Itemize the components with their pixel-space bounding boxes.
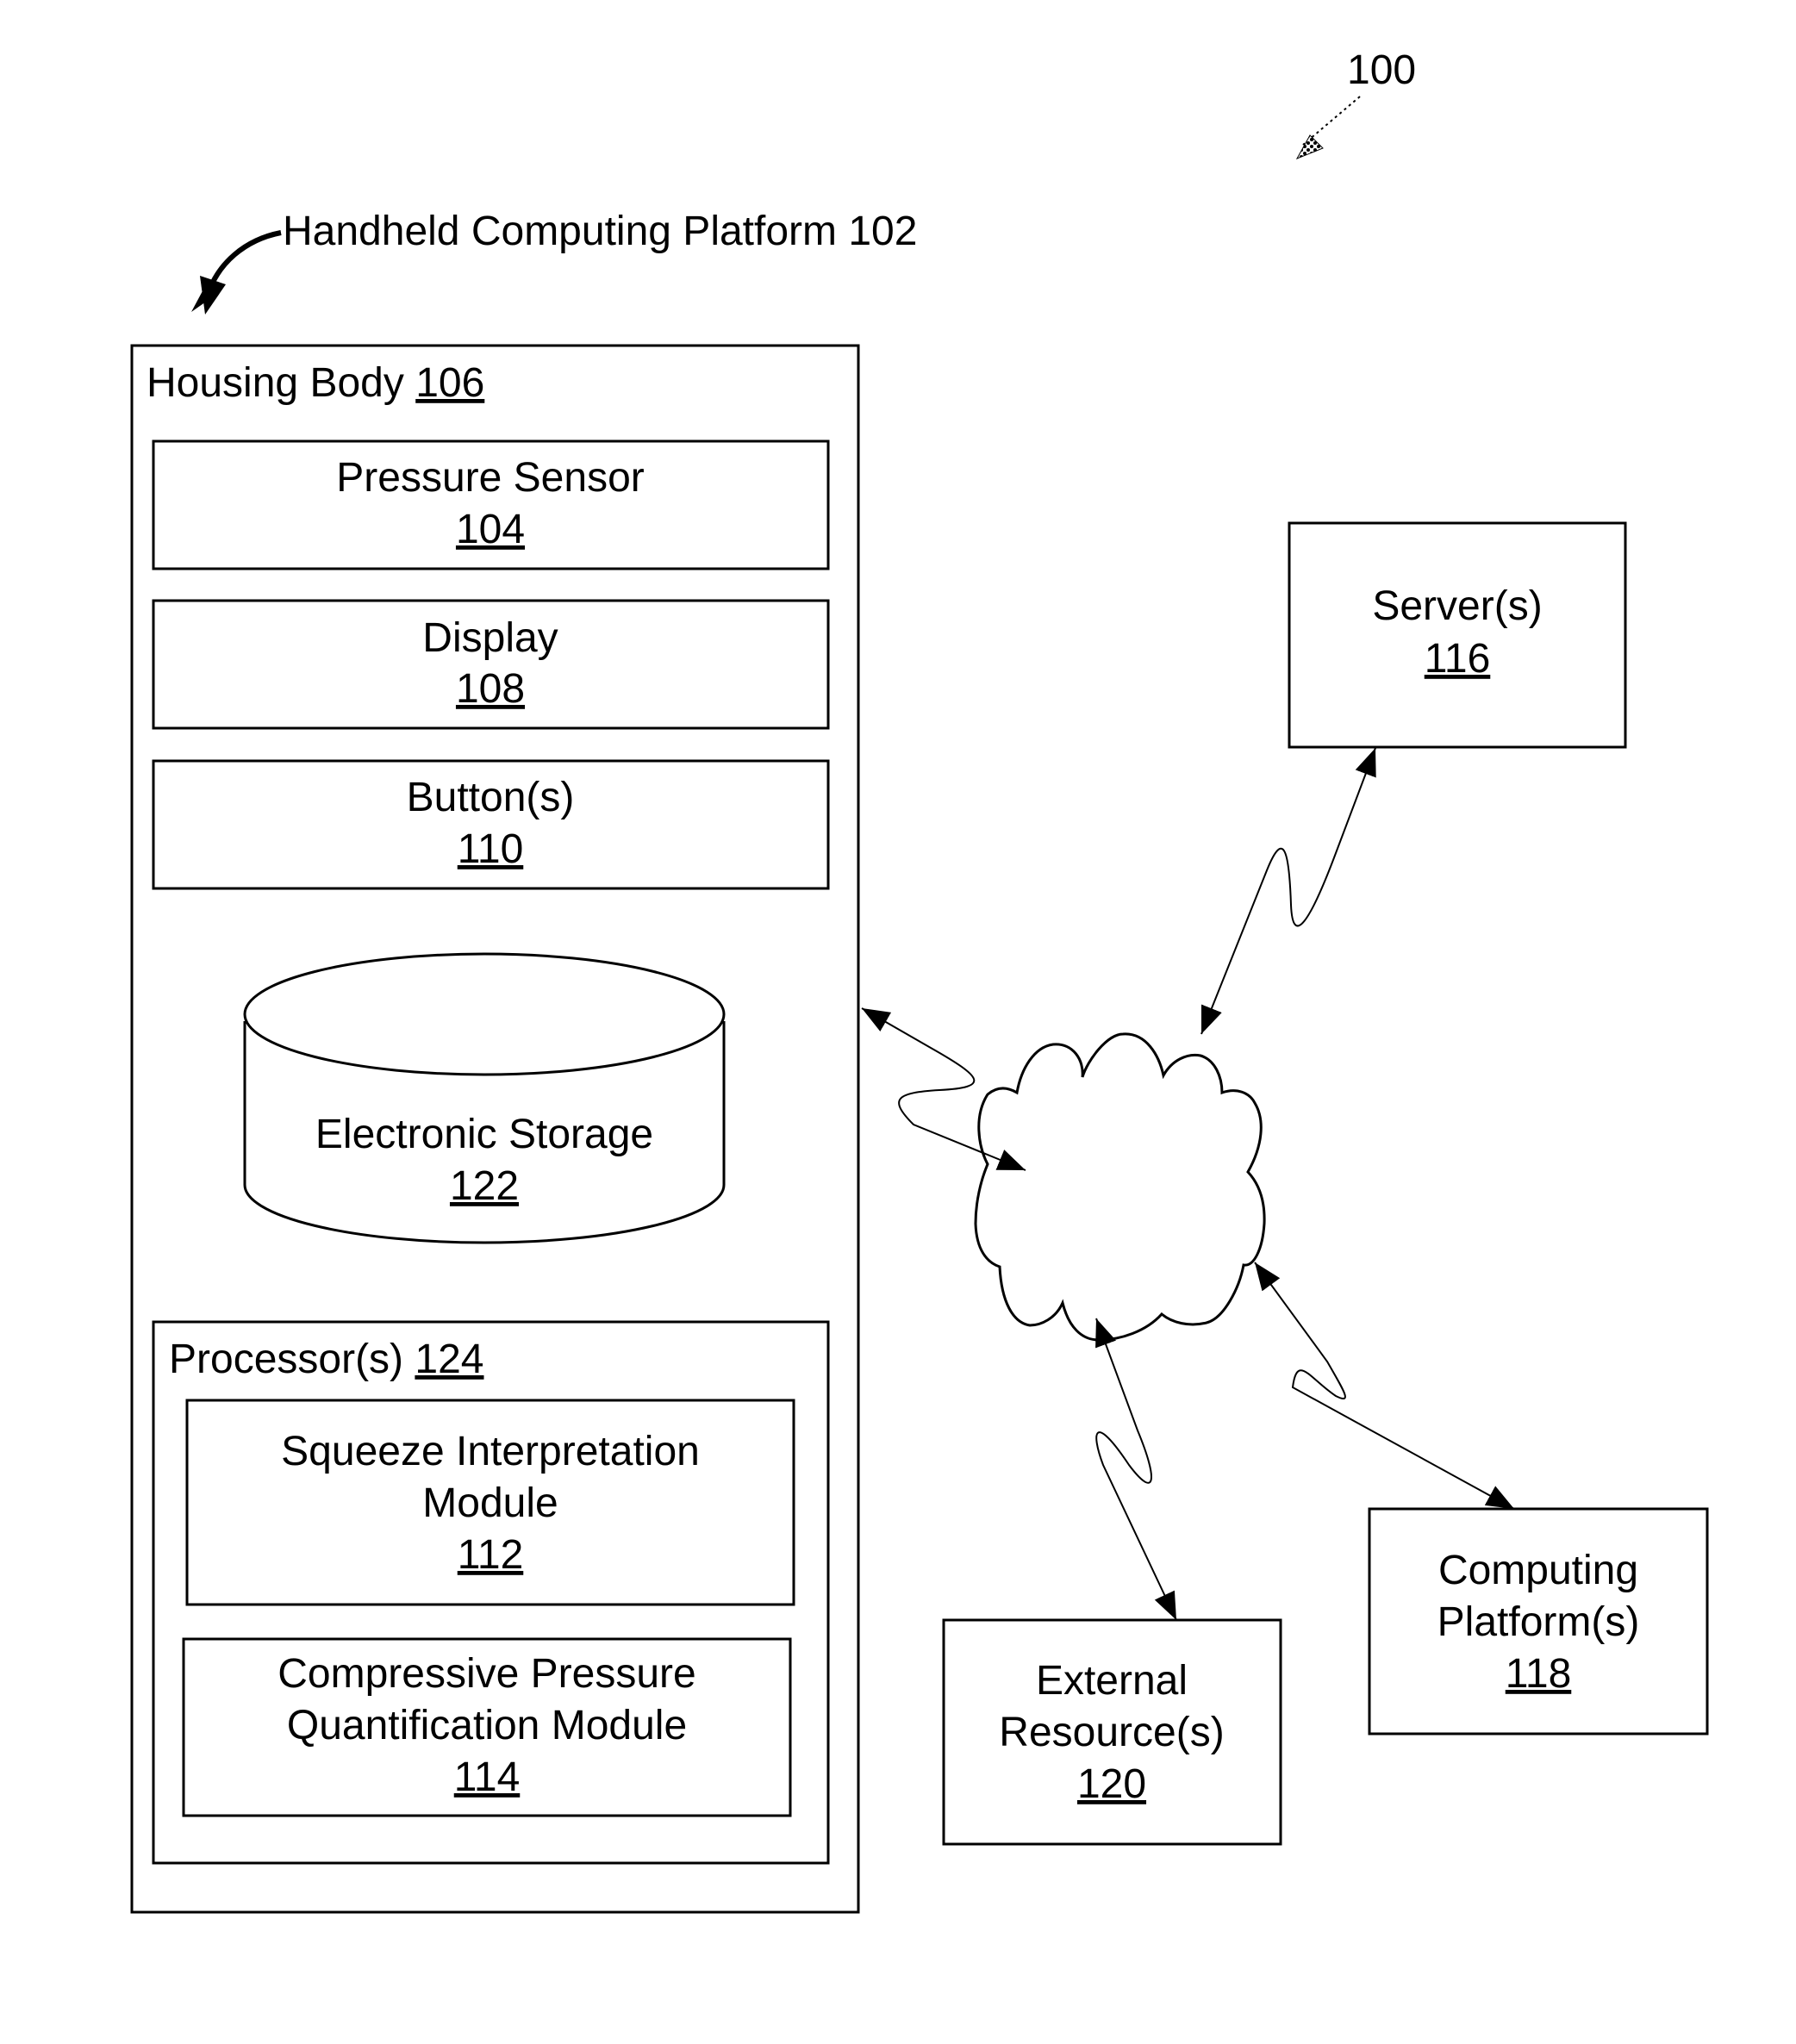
figure-reference: 100 — [1295, 47, 1416, 159]
pressure-sensor-box[interactable]: Pressure Sensor 104 — [152, 439, 830, 570]
storage-label: Electronic Storage — [315, 1112, 653, 1157]
processor-ref: 124 — [415, 1337, 483, 1382]
compressive-module-box[interactable]: Compressive Pressure Quantification Modu… — [182, 1637, 792, 1817]
display-ref: 108 — [456, 666, 525, 712]
platform-label: Handheld Computing Platform 102 — [283, 209, 917, 254]
cloud-icon — [974, 1032, 1266, 1342]
servers-label: Server(s) — [1372, 583, 1542, 629]
pressure-sensor-ref: 104 — [456, 507, 525, 552]
external-resources-line-1: External — [1036, 1658, 1188, 1704]
computing-platforms-line-1: Computing — [1438, 1548, 1638, 1593]
external-resources-line-2: Resource(s) — [999, 1710, 1224, 1755]
compressive-module-ref: 114 — [454, 1754, 521, 1800]
servers-box[interactable]: Server(s) 116 — [1288, 521, 1627, 749]
compressive-module-line-1: Compressive Pressure — [278, 1651, 695, 1697]
servers-ref: 116 — [1425, 636, 1491, 682]
computing-platforms-ref: 118 — [1506, 1651, 1572, 1697]
computing-platforms-network-link — [1254, 1262, 1515, 1510]
housing-ref: 106 — [415, 360, 484, 406]
platform-callout: Handheld Computing Platform 102 — [191, 209, 917, 315]
storage-ref: 122 — [450, 1163, 519, 1209]
system-diagram: 100 Handheld Computing Platform 102 Hous… — [130, 47, 1709, 1914]
compressive-module-line-2: Quantification Module — [287, 1703, 687, 1748]
squeeze-module-ref: 112 — [458, 1532, 524, 1578]
database-icon — [243, 952, 726, 1076]
external-resources-network-link — [1095, 1318, 1177, 1621]
computing-platforms-line-2: Platform(s) — [1437, 1599, 1640, 1645]
display-label: Display — [422, 615, 558, 661]
buttons-box[interactable]: Button(s) 110 — [152, 759, 830, 890]
external-resources-ref: 120 — [1077, 1761, 1146, 1807]
squeeze-module-line-2: Module — [422, 1480, 558, 1526]
electronic-storage[interactable]: Electronic Storage 122 — [243, 952, 726, 1244]
figure-arrow-icon — [1295, 134, 1324, 159]
servers-network-link — [1200, 747, 1376, 1035]
external-resources-box[interactable]: External Resource(s) 120 — [942, 1618, 1282, 1846]
figure-number: 100 — [1347, 47, 1416, 93]
svg-text:Processor(s) 124: Processor(s) 124 — [169, 1337, 483, 1382]
squeeze-module-box[interactable]: Squeeze Interpretation Module 112 — [185, 1399, 795, 1606]
svg-text:Housing Body 106: Housing Body 106 — [147, 360, 484, 406]
squeeze-module-line-1: Squeeze Interpretation — [281, 1429, 700, 1474]
display-box[interactable]: Display 108 — [152, 599, 830, 730]
pressure-sensor-label: Pressure Sensor — [336, 455, 645, 501]
buttons-ref: 110 — [458, 826, 524, 872]
housing-title: Housing Body — [147, 360, 404, 406]
processor-title: Processor(s) — [169, 1337, 403, 1382]
curved-arrow-icon — [200, 276, 226, 315]
buttons-label: Button(s) — [407, 775, 575, 820]
computing-platforms-box[interactable]: Computing Platform(s) 118 — [1368, 1507, 1709, 1736]
